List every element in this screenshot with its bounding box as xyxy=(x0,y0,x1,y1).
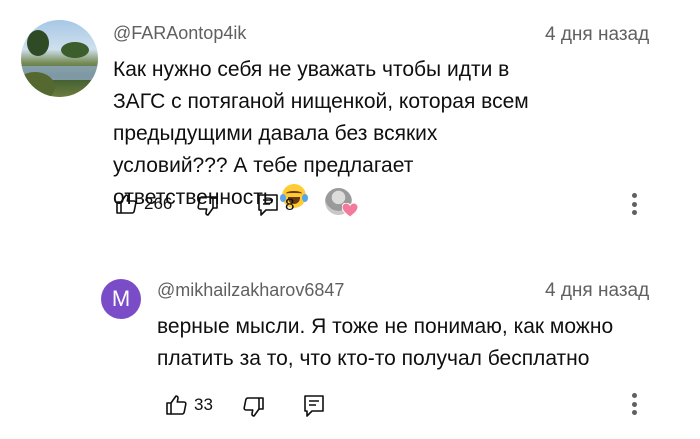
reply-thread: M @mikhailzakharov6847 4 дня назад верны… xyxy=(0,262,700,439)
more-options-button[interactable] xyxy=(626,191,642,217)
creator-avatar xyxy=(325,188,359,218)
author-handle[interactable]: @FARAontop4ik xyxy=(113,23,246,44)
like-count: 266 xyxy=(144,194,173,213)
thumbs-down-icon xyxy=(196,194,220,218)
more-vert-icon xyxy=(626,191,642,217)
reply-count: 8 xyxy=(285,195,295,214)
comment-text-content: Как нужно себя не уважать чтобы идти в З… xyxy=(113,58,529,209)
author-avatar[interactable] xyxy=(21,20,98,97)
thumbs-up-icon xyxy=(164,393,188,417)
comment-timestamp[interactable]: 4 дня назад xyxy=(545,24,649,46)
reply-button[interactable] xyxy=(303,394,325,418)
dislike-button[interactable] xyxy=(196,194,220,218)
heart-icon xyxy=(341,202,359,223)
comment-timestamp[interactable]: 4 дня назад xyxy=(545,280,649,302)
comment-text: верные мысли. Я тоже не понимаю, как мож… xyxy=(157,315,614,370)
thumbs-up-icon xyxy=(114,192,138,216)
like-count: 33 xyxy=(194,395,213,414)
dislike-button[interactable] xyxy=(242,395,266,419)
author-handle[interactable]: @mikhailzakharov6847 xyxy=(157,280,344,301)
comment-thread: @FARAontop4ik 4 дня назад Как нужно себя… xyxy=(0,0,700,250)
comment-icon xyxy=(303,394,325,418)
thumbs-down-icon xyxy=(242,395,266,419)
creator-heart-badge xyxy=(325,188,359,218)
reply-button[interactable]: 8 xyxy=(257,193,294,217)
comment-icon xyxy=(257,193,279,217)
more-options-button[interactable] xyxy=(626,391,642,417)
like-button[interactable]: 33 xyxy=(164,393,213,417)
author-avatar[interactable]: M xyxy=(101,279,141,319)
like-button[interactable]: 266 xyxy=(114,192,172,216)
more-vert-icon xyxy=(626,391,642,417)
